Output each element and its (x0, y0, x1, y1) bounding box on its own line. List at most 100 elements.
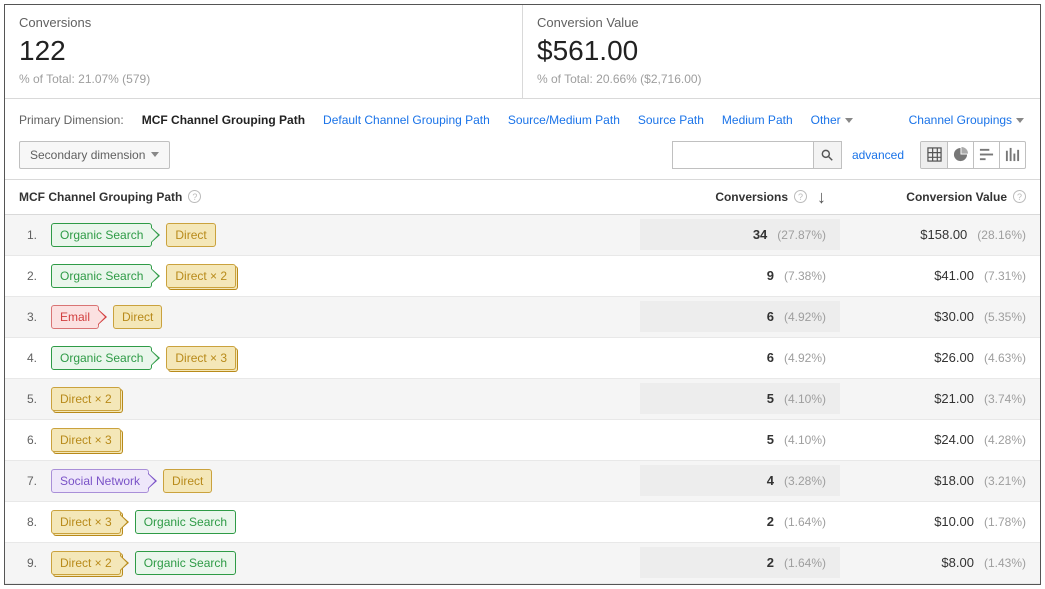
scorecards: Conversions 122 % of Total: 21.07% (579)… (5, 5, 1040, 98)
channel-chip-email: Email (51, 305, 99, 329)
conversions-cell: 6(4.92%) (640, 301, 840, 332)
value-pct: (3.74%) (984, 392, 1026, 406)
secondary-dimension-button[interactable]: Secondary dimension (19, 141, 170, 169)
primary-dimension-active[interactable]: MCF Channel Grouping Path (142, 113, 305, 127)
value-pct: (28.16%) (977, 228, 1026, 242)
scorecard-label: Conversion Value (537, 15, 1026, 30)
conversions-cell: 6 (4.92%) (640, 342, 840, 373)
conversions-cell: 9(7.38%) (640, 260, 840, 291)
table-body: 1.Organic SearchDirect 34 (27.87%) $158.00 (… (5, 215, 1040, 584)
row-index: 1. (5, 220, 37, 250)
channel-chip-organic: Organic Search (51, 264, 152, 288)
value-cell: $26.00(4.63%) (840, 342, 1040, 373)
scorecard-subtext: % of Total: 20.66% ($2,716.00) (537, 72, 1026, 86)
table-row[interactable]: 5.Direct × 25(4.10%)$21.00(3.74%) (5, 379, 1040, 420)
dimension-link[interactable]: Source/Medium Path (508, 113, 620, 127)
table-row[interactable]: 6.Direct × 35(4.10%)$24.00(4.28%) (5, 420, 1040, 461)
dimension-link[interactable]: Source Path (638, 113, 704, 127)
scorecard-value: $561.00 (537, 34, 1026, 68)
conversions-value: 2 (754, 555, 774, 570)
conversions-pct: (27.87%) (777, 228, 826, 242)
conversions-pct: (4.10%) (784, 433, 826, 447)
channel-chip-organic: Organic Search (51, 223, 152, 247)
path-cell: Direct × 2 (37, 379, 640, 419)
view-columns-button[interactable] (999, 142, 1025, 168)
view-table-button[interactable] (921, 142, 947, 168)
conversions-pct: (4.92%) (784, 351, 826, 365)
col-header-conversions[interactable]: Conversions ? ↓ (640, 180, 840, 214)
channel-chip-organic: Organic Search (135, 510, 236, 534)
conversions-cell: 2(1.64%) (640, 547, 840, 578)
table-row[interactable]: 1.Organic SearchDirect 34 (27.87%) $158.00 (… (5, 215, 1040, 256)
conversions-pct: (3.28%) (784, 474, 826, 488)
table-row[interactable]: 8.Direct × 3Organic Search2(1.64%)$10.00… (5, 502, 1040, 543)
grid-icon (927, 147, 942, 162)
primary-dimension-label: Primary Dimension: (19, 113, 124, 127)
table-header: MCF Channel Grouping Path ? Conversions … (5, 179, 1040, 215)
conversions-value: 5 (754, 432, 774, 447)
dimension-link-other[interactable]: Other (811, 113, 853, 127)
dimension-link[interactable]: Default Channel Grouping Path (323, 113, 490, 127)
row-index: 4. (5, 343, 37, 373)
report-frame: Conversions 122 % of Total: 21.07% (579)… (4, 4, 1041, 585)
search-input[interactable] (673, 142, 813, 168)
help-icon[interactable]: ? (794, 190, 807, 203)
chevron-down-icon (151, 152, 159, 157)
channel-chip-organic: Organic Search (135, 551, 236, 575)
col-header-path[interactable]: MCF Channel Grouping Path ? (5, 180, 640, 214)
columns-icon (1005, 147, 1020, 162)
path-cell: Organic SearchDirect × 2 (37, 256, 640, 296)
conversions-cell: 2(1.64%) (640, 506, 840, 537)
row-index: 7. (5, 466, 37, 496)
table-row[interactable]: 9.Direct × 2Organic Search2(1.64%)$8.00(… (5, 543, 1040, 584)
conversions-cell: 34 (27.87%) (640, 219, 840, 250)
search-icon (820, 148, 834, 162)
search-button[interactable] (813, 142, 841, 168)
value-cell: $8.00(1.43%) (840, 547, 1040, 578)
value-amount: $158.00 (920, 227, 967, 242)
dimension-link[interactable]: Medium Path (722, 113, 793, 127)
view-pie-button[interactable] (947, 142, 973, 168)
table-row[interactable]: 7.Social NetworkDirect4(3.28%)$18.00(3.2… (5, 461, 1040, 502)
help-icon[interactable]: ? (1013, 190, 1026, 203)
value-amount: $24.00 (934, 432, 974, 447)
path-cell: Direct × 3 (37, 420, 640, 460)
view-bars-button[interactable] (973, 142, 999, 168)
value-cell: $10.00(1.78%) (840, 506, 1040, 537)
row-index: 6. (5, 425, 37, 455)
table-row[interactable]: 4.Organic SearchDirect × 3 6 (4.92%) $26.00… (5, 338, 1040, 379)
conversions-value: 5 (754, 391, 774, 406)
value-pct: (1.43%) (984, 556, 1026, 570)
advanced-link[interactable]: advanced (852, 148, 904, 162)
channel-groupings-dropdown[interactable]: Channel Groupings (909, 113, 1024, 127)
channel-chip-direct: Direct × 3 (166, 346, 236, 370)
value-cell: $41.00(7.31%) (840, 260, 1040, 291)
row-index: 8. (5, 507, 37, 537)
path-cell: Organic SearchDirect × 3 (37, 338, 640, 378)
conversions-value: 34 (747, 227, 767, 242)
value-cell: $30.00(5.35%) (840, 301, 1040, 332)
help-icon[interactable]: ? (188, 190, 201, 203)
conversions-value: 9 (754, 268, 774, 283)
table-toolbar: Secondary dimension advanced (5, 135, 1040, 179)
pie-icon (953, 147, 968, 162)
channel-chip-direct: Direct × 3 (51, 428, 121, 452)
value-pct: (3.21%) (984, 474, 1026, 488)
path-cell: Organic SearchDirect (37, 215, 640, 255)
scorecard-subtext: % of Total: 21.07% (579) (19, 72, 508, 86)
value-pct: (5.35%) (984, 310, 1026, 324)
bars-icon (979, 147, 994, 162)
path-cell: EmailDirect (37, 297, 640, 337)
scorecard-label: Conversions (19, 15, 508, 30)
conversions-cell: 4(3.28%) (640, 465, 840, 496)
conversions-value: 6 (754, 350, 774, 365)
path-cell: Direct × 2Organic Search (37, 543, 640, 583)
col-header-conv-value[interactable]: Conversion Value ? (840, 180, 1040, 214)
table-row[interactable]: 2.Organic SearchDirect × 29(7.38%)$41.00… (5, 256, 1040, 297)
table-row[interactable]: 3.EmailDirect6(4.92%)$30.00(5.35%) (5, 297, 1040, 338)
primary-dimension-bar: Primary Dimension: MCF Channel Grouping … (5, 98, 1040, 135)
conversions-value: 2 (754, 514, 774, 529)
value-pct: (7.31%) (984, 269, 1026, 283)
value-pct: (4.63%) (984, 351, 1026, 365)
view-buttons (920, 141, 1026, 169)
